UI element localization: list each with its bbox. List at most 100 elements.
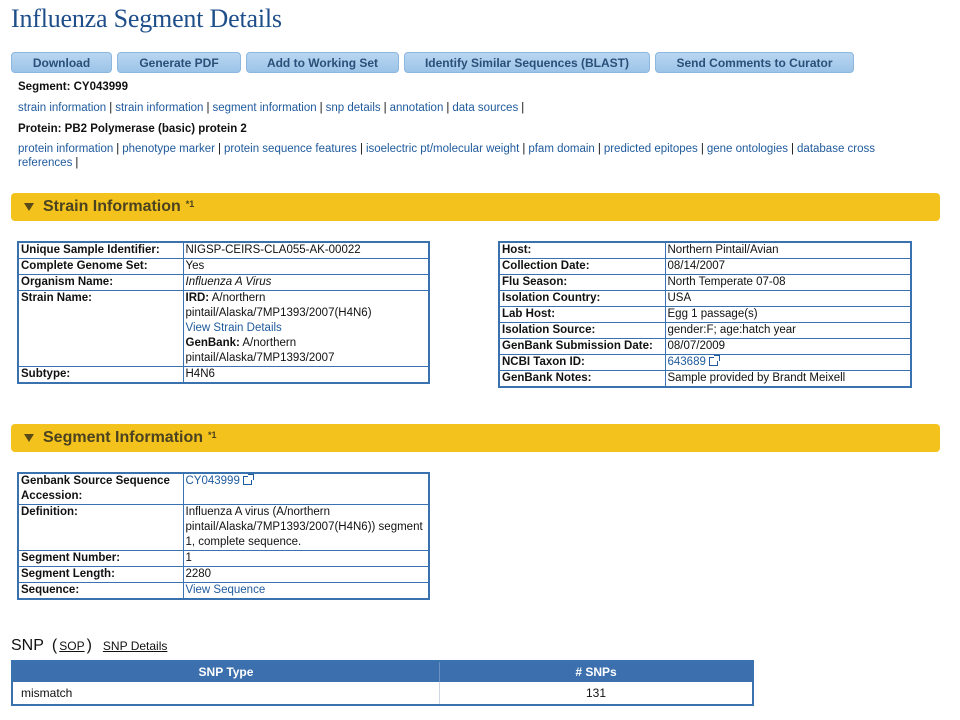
- add-to-working-set-button[interactable]: Add to Working Set: [246, 52, 399, 73]
- field-value: North Temperate 07-08: [664, 274, 912, 291]
- snp-count-cell: 131: [585, 686, 607, 700]
- column-header-snp-count[interactable]: # SNPs: [440, 662, 752, 682]
- view-sequence-link[interactable]: View Sequence: [186, 584, 266, 596]
- table-row: Organism Name: Influenza A Virus: [17, 274, 430, 291]
- segment-value: CY043999: [73, 81, 128, 93]
- ird-value: A/northern pintail/Alaska/7MP1393/2007(H…: [185, 292, 372, 319]
- link-annotation[interactable]: annotation: [390, 102, 444, 114]
- field-label: Unique Sample Identifier:: [17, 241, 184, 259]
- segment-links: strain information | strain information | se…: [18, 102, 525, 114]
- field-value: 1: [182, 550, 430, 567]
- field-label: Genbank Source Sequence Accession:: [17, 472, 184, 505]
- field-label: Segment Number:: [17, 550, 184, 567]
- field-value: Influenza A Virus: [182, 274, 430, 291]
- table-row: Segment Length: 2280: [17, 566, 430, 583]
- ncbi-taxon-link[interactable]: 643689: [668, 356, 706, 368]
- field-label: Strain Name:: [17, 290, 184, 367]
- protein-value: PB2 Polymerase (basic) protein 2: [64, 123, 247, 135]
- field-label: Subtype:: [17, 366, 184, 384]
- field-label: Isolation Source:: [498, 322, 666, 339]
- field-value: H4N6: [182, 366, 430, 384]
- collapse-triangle-icon[interactable]: [24, 203, 34, 211]
- protein-heading: Protein: PB2 Polymerase (basic) protein …: [18, 122, 247, 136]
- external-link-icon[interactable]: [242, 474, 254, 485]
- accession-link[interactable]: CY043999: [186, 475, 240, 487]
- sequence-cell: View Sequence: [182, 582, 430, 600]
- table-header: SNP Type # SNPs: [13, 662, 752, 682]
- field-value: 08/14/2007: [664, 258, 912, 275]
- protein-links: protein information | phenotype marker | pro…: [18, 143, 876, 169]
- table-row: Genbank Source Sequence Accession: CY043…: [17, 472, 430, 505]
- link-protein-sequence-features[interactable]: protein sequence features: [224, 143, 357, 155]
- strain-right-table: Host: Northern Pintail/Avian Collection D…: [498, 241, 912, 388]
- footnote-marker: *1: [208, 430, 217, 440]
- link-gene-ontologies[interactable]: gene ontologies: [707, 143, 788, 155]
- table-row: Isolation Country: USA: [498, 290, 912, 307]
- table-row: Lab Host: Egg 1 passage(s): [498, 306, 912, 323]
- link-strain-information[interactable]: strain information: [18, 102, 106, 114]
- link-strain-information-2[interactable]: strain information: [115, 102, 203, 114]
- column-header-snp-type[interactable]: SNP Type: [13, 662, 440, 682]
- field-value: gender:F; age:hatch year: [664, 322, 912, 339]
- accession-cell: CY043999: [182, 472, 430, 505]
- field-label: NCBI Taxon ID:: [498, 354, 666, 371]
- field-value: Egg 1 passage(s): [664, 306, 912, 323]
- snp-title: SNP: [11, 637, 44, 654]
- link-protein-information[interactable]: protein information: [18, 143, 113, 155]
- strain-information-header[interactable]: Strain Information *1: [11, 193, 940, 221]
- table-row: Unique Sample Identifier: NIGSP-CEIRS-CLA…: [17, 241, 430, 259]
- segment-info-table: Genbank Source Sequence Accession: CY043…: [17, 472, 430, 600]
- link-pfam-domain[interactable]: pfam domain: [528, 143, 594, 155]
- link-segment-information[interactable]: segment information: [212, 102, 316, 114]
- footnote-marker: *1: [185, 199, 195, 209]
- snp-table: SNP Type # SNPs mismatch 131: [11, 660, 754, 706]
- link-predicted-epitopes[interactable]: predicted epitopes: [604, 143, 698, 155]
- segment-information-header[interactable]: Segment Information *1: [11, 424, 940, 452]
- snp-header: SNP (SOP) SNP Details: [11, 637, 167, 655]
- table-row: Subtype: H4N6: [17, 366, 430, 384]
- field-value: Yes: [182, 258, 430, 275]
- protein-label: Protein:: [18, 123, 62, 135]
- table-row: mismatch 131: [13, 682, 752, 704]
- link-snp-details[interactable]: snp details: [326, 102, 381, 114]
- table-row: Flu Season: North Temperate 07-08: [498, 274, 912, 291]
- taxon-cell: 643689: [664, 354, 912, 371]
- sop-link[interactable]: SOP: [59, 639, 84, 653]
- snp-details-link[interactable]: SNP Details: [103, 639, 167, 653]
- table-row: Collection Date: 08/14/2007: [498, 258, 912, 275]
- send-comments-button[interactable]: Send Comments to Curator: [655, 52, 854, 73]
- segment-heading: Segment: CY043999: [18, 80, 128, 94]
- field-value: Influenza A virus (A/northern pintail/Al…: [182, 504, 430, 551]
- table-row: GenBank Submission Date: 08/07/2009: [498, 338, 912, 355]
- segment-label: Segment:: [18, 81, 71, 93]
- field-label: Segment Length:: [17, 566, 184, 583]
- field-value: Northern Pintail/Avian: [664, 241, 912, 259]
- link-phenotype-marker[interactable]: phenotype marker: [122, 143, 215, 155]
- field-label: Complete Genome Set:: [17, 258, 184, 275]
- strain-left-table: Unique Sample Identifier: NIGSP-CEIRS-CLA…: [17, 241, 430, 384]
- field-label: Flu Season:: [498, 274, 666, 291]
- download-button[interactable]: Download: [11, 52, 112, 73]
- section-title: Strain Information: [43, 198, 181, 215]
- field-value: USA: [664, 290, 912, 307]
- field-label: Sequence:: [17, 582, 184, 600]
- link-isoelectric-pt[interactable]: isoelectric pt/molecular weight: [366, 143, 519, 155]
- table-row: Sequence: View Sequence: [17, 582, 430, 600]
- table-row: Definition: Influenza A virus (A/northern…: [17, 504, 430, 551]
- field-label: Lab Host:: [498, 306, 666, 323]
- generate-pdf-button[interactable]: Generate PDF: [117, 52, 241, 73]
- view-strain-details-link[interactable]: View Strain Details: [186, 322, 282, 334]
- table-row: Isolation Source: gender:F; age:hatch yea…: [498, 322, 912, 339]
- field-value: 2280: [182, 566, 430, 583]
- field-label: GenBank Submission Date:: [498, 338, 666, 355]
- field-value: Sample provided by Brandt Meixell: [664, 370, 912, 388]
- close-paren: ): [86, 637, 92, 654]
- collapse-triangle-icon[interactable]: [24, 434, 34, 442]
- field-label: Organism Name:: [17, 274, 184, 291]
- external-link-icon[interactable]: [708, 355, 720, 366]
- field-label: GenBank Notes:: [498, 370, 666, 388]
- ird-label: IRD:: [185, 292, 210, 304]
- field-value: NIGSP-CEIRS-CLA055-AK-00022: [182, 241, 430, 259]
- blast-button[interactable]: Identify Similar Sequences (BLAST): [404, 52, 650, 73]
- link-data-sources[interactable]: data sources: [452, 102, 518, 114]
